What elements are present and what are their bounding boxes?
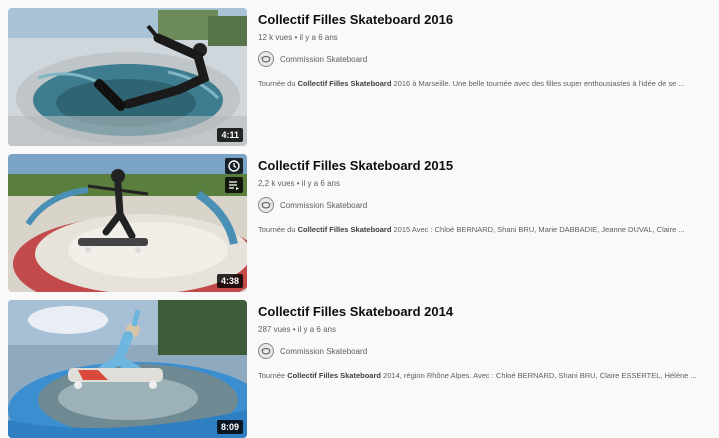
desc-text: Tournée du (258, 79, 298, 88)
video-thumbnail[interactable]: 4:38 (8, 154, 247, 292)
video-meta: Collectif Filles Skateboard 2014 287 vue… (258, 304, 713, 380)
video-result-item: 4:11 Collectif Filles Skateboard 2016 12… (0, 8, 719, 146)
channel-logo-icon (258, 343, 274, 359)
channel-name: Commission Skateboard (280, 346, 368, 356)
queue-icon[interactable] (225, 177, 243, 193)
channel-link[interactable]: Commission Skateboard (258, 51, 713, 67)
video-title[interactable]: Collectif Filles Skateboard 2015 (258, 158, 713, 173)
thumbnail-image (8, 8, 247, 146)
channel-logo-icon (258, 197, 274, 213)
video-result-item: 4:38 Collectif Filles Skateboard 2015 2,… (0, 154, 719, 292)
stats-separator: • (292, 325, 296, 334)
clock-icon[interactable] (225, 158, 243, 174)
desc-text: 2014, région Rhône Alpes. Avec : Chloé B… (380, 371, 697, 380)
duration-badge: 4:38 (216, 274, 243, 288)
stats-separator: • (294, 33, 298, 42)
desc-text: Tournée (258, 371, 288, 380)
video-thumbnail[interactable]: 4:11 (8, 8, 247, 146)
desc-highlight: Collectif Filles Skateboard (297, 225, 392, 234)
video-description: Tournée du Collectif Filles Skateboard 2… (258, 79, 710, 88)
video-description: Tournée du Collectif Filles Skateboard 2… (258, 225, 710, 234)
view-count: 2,2 k vues (258, 179, 295, 188)
desc-text: Tournée du (258, 225, 298, 234)
channel-name: Commission Skateboard (280, 200, 368, 210)
video-title[interactable]: Collectif Filles Skateboard 2016 (258, 12, 713, 27)
video-stats: 2,2 k vues • il y a 6 ans (258, 179, 713, 188)
video-description: Tournée Collectif Filles Skateboard 2014… (258, 371, 710, 380)
video-stats: 12 k vues • il y a 6 ans (258, 33, 713, 42)
video-result-item: 8:09 Collectif Filles Skateboard 2014 28… (0, 300, 719, 438)
desc-text: 2015 Avec : Chloé BERNARD, Shani BRU, Ma… (391, 225, 685, 234)
video-stats: 287 vues • il y a 6 ans (258, 325, 713, 334)
channel-link[interactable]: Commission Skateboard (258, 343, 713, 359)
view-count: 287 vues (258, 325, 291, 334)
channel-link[interactable]: Commission Skateboard (258, 197, 713, 213)
hover-actions (225, 158, 243, 193)
upload-age: il y a 6 ans (299, 33, 338, 42)
channel-name: Commission Skateboard (280, 54, 368, 64)
desc-text: 2016 à Marseille. Une belle tournée avec… (391, 79, 685, 88)
duration-badge: 4:11 (217, 128, 243, 142)
stats-separator: • (296, 179, 300, 188)
upload-age: il y a 6 ans (301, 179, 340, 188)
upload-age: il y a 6 ans (297, 325, 336, 334)
desc-highlight: Collectif Filles Skateboard (287, 371, 381, 380)
channel-logo-icon (258, 51, 274, 67)
video-title[interactable]: Collectif Filles Skateboard 2014 (258, 304, 713, 319)
video-meta: Collectif Filles Skateboard 2016 12 k vu… (258, 12, 713, 88)
thumbnail-image (8, 300, 247, 438)
video-thumbnail[interactable]: 8:09 (8, 300, 247, 438)
desc-highlight: Collectif Filles Skateboard (297, 79, 392, 88)
video-meta: Collectif Filles Skateboard 2015 2,2 k v… (258, 158, 713, 234)
view-count: 12 k vues (258, 33, 293, 42)
thumbnail-image (8, 154, 247, 292)
